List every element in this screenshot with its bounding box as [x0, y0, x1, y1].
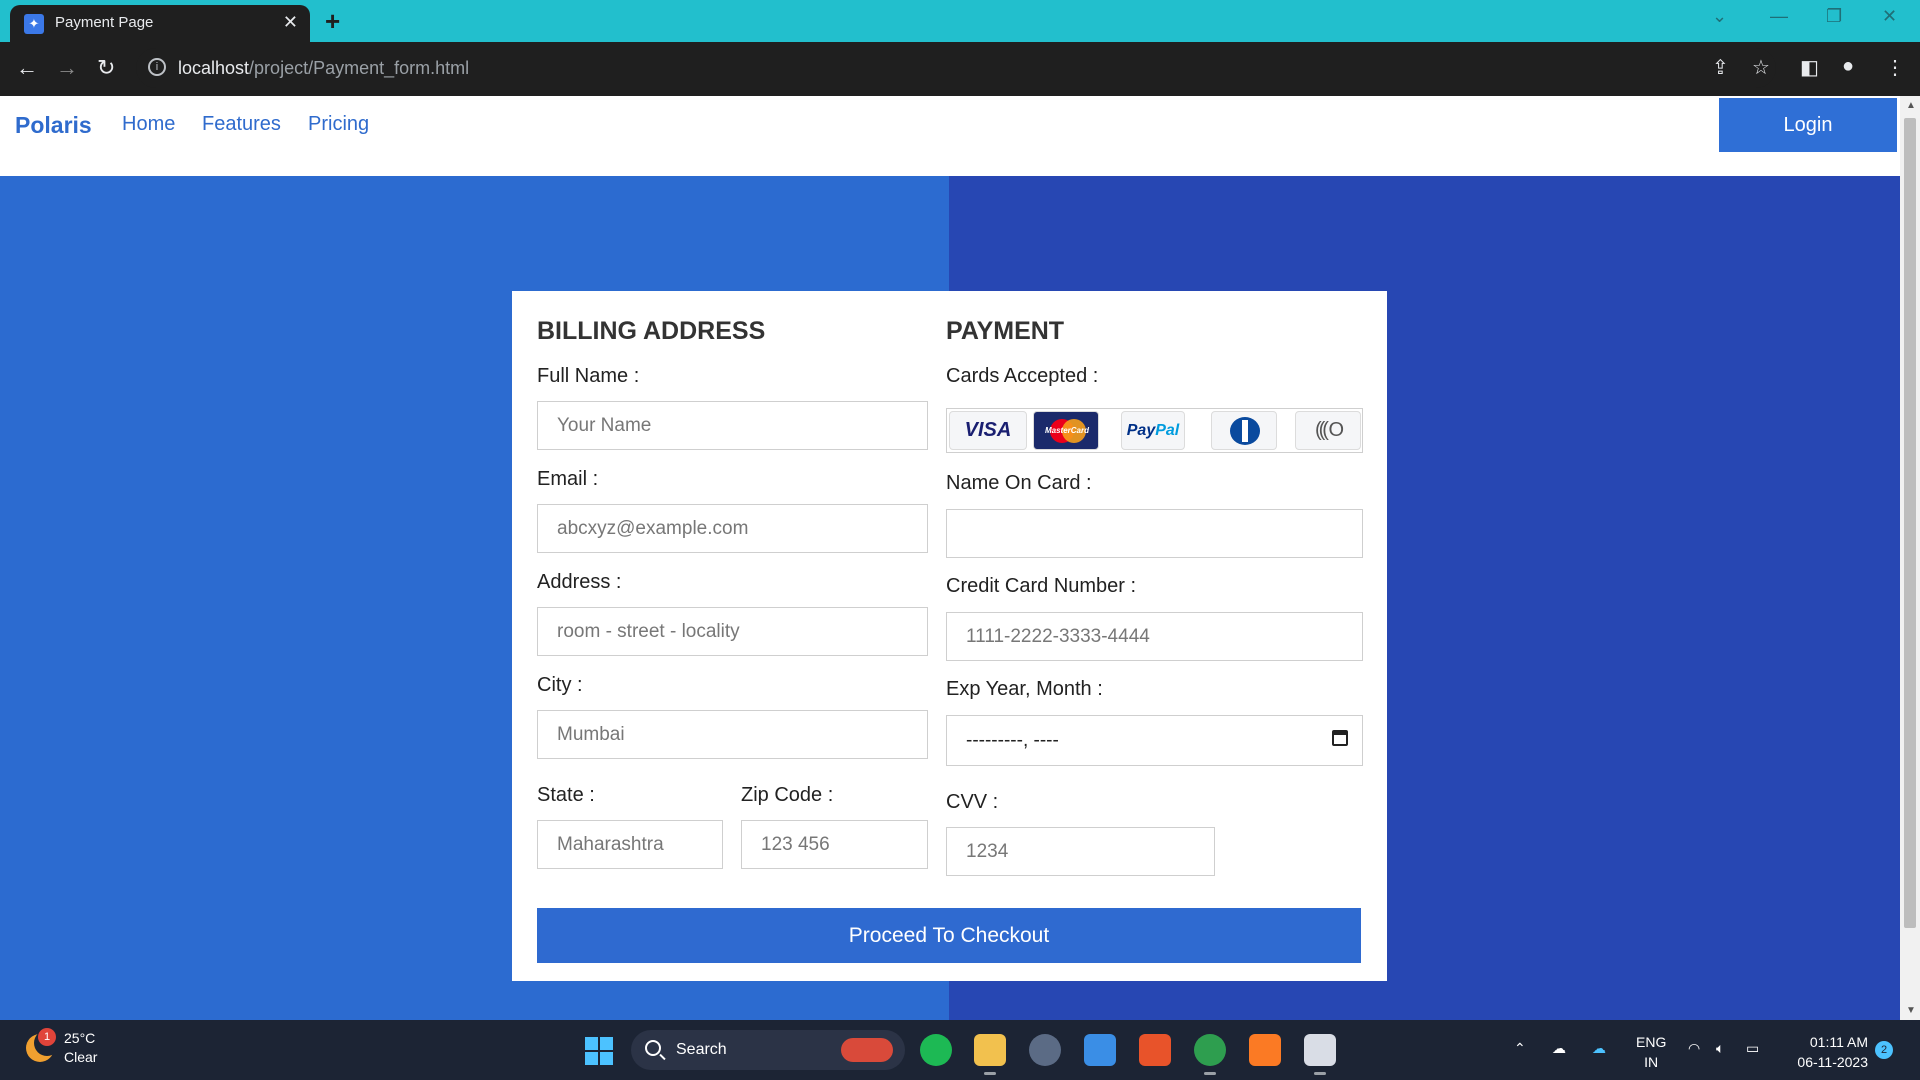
diners-club-icon — [1211, 411, 1277, 450]
cloud-icon[interactable]: ☁ — [1552, 1040, 1566, 1057]
taskbar-search[interactable]: Search — [631, 1030, 905, 1070]
card-number-label: Credit Card Number : — [946, 575, 1137, 597]
url-text: localhost/project/Payment_form.html — [178, 58, 470, 78]
site-info-icon[interactable]: i — [148, 58, 166, 76]
mastercard-icon: MasterCard — [1033, 411, 1099, 450]
windows-taskbar: 1 25°C Clear Search ⌃ ☁ ☁ ENG IN ◠ 🔈︎ ▭ … — [0, 1020, 1920, 1080]
menu-icon[interactable]: ⋮ — [1885, 55, 1905, 80]
city-input[interactable] — [537, 710, 928, 759]
address-input[interactable] — [537, 607, 928, 656]
clock[interactable]: 01:11 AM 06-11-2023 — [1784, 1032, 1868, 1072]
chrome-icon[interactable] — [1194, 1034, 1226, 1075]
show-hidden-icons-icon[interactable]: ⌃ — [1514, 1040, 1526, 1057]
forward-icon[interactable]: → — [56, 55, 78, 81]
side-panel-icon[interactable]: ◧ — [1800, 55, 1819, 80]
name-on-card-label: Name On Card : — [946, 472, 1092, 494]
login-button[interactable]: Login — [1719, 98, 1897, 152]
spotify-icon[interactable] — [920, 1034, 952, 1066]
windows-start-icon[interactable] — [585, 1037, 613, 1065]
onedrive-icon[interactable]: ☁ — [1592, 1040, 1606, 1057]
search-icon — [645, 1040, 661, 1056]
window-close-icon[interactable]: ✕ — [1882, 6, 1897, 27]
brave-browser-icon[interactable] — [1139, 1034, 1171, 1066]
url-field[interactable]: i localhost/project/Payment_form.html — [136, 48, 1776, 88]
bookmark-star-icon[interactable]: ☆ — [1752, 55, 1770, 80]
contactless-icon: ((( O — [1295, 411, 1361, 450]
snipping-tool-icon[interactable] — [1304, 1034, 1336, 1075]
profile-icon[interactable]: ● — [1842, 55, 1854, 78]
mail-icon[interactable] — [1084, 1034, 1116, 1066]
payment-title: PAYMENT — [946, 317, 1065, 345]
restore-icon[interactable]: ❐ — [1826, 6, 1842, 27]
full-name-label: Full Name : — [537, 365, 640, 387]
state-label: State : — [537, 784, 595, 806]
paypal-icon: PayPal — [1121, 411, 1185, 450]
back-icon[interactable]: ← — [16, 55, 38, 81]
scroll-up-icon[interactable]: ▲ — [1906, 100, 1916, 111]
exp-month-input[interactable]: ---------, ---- — [946, 715, 1363, 766]
tab-title: Payment Page — [55, 14, 154, 31]
city-label: City : — [537, 674, 583, 696]
search-label: Search — [676, 1041, 727, 1058]
zip-label: Zip Code : — [741, 784, 834, 806]
language-indicator[interactable]: ENG IN — [1636, 1032, 1666, 1072]
page-scrollbar[interactable]: ▲ ▼ — [1900, 96, 1920, 1020]
payment-form-card: BILLING ADDRESS Full Name : Email : Addr… — [512, 291, 1387, 981]
cvv-label: CVV : — [946, 791, 999, 813]
favicon-icon: ✦ — [24, 14, 44, 34]
search-highlight-icon — [841, 1038, 893, 1062]
address-bar: ← → ↻ i localhost/project/Payment_form.h… — [0, 42, 1920, 96]
nav-features[interactable]: Features — [202, 113, 281, 136]
share-icon[interactable]: ⇪ — [1712, 55, 1729, 80]
weather-temperature: 25°C — [64, 1030, 96, 1046]
calendar-icon[interactable] — [1332, 730, 1348, 746]
battery-icon[interactable]: ▭ — [1746, 1040, 1759, 1057]
file-explorer-icon[interactable] — [974, 1034, 1006, 1075]
notification-badge[interactable]: 2 — [1875, 1041, 1893, 1059]
proceed-to-checkout-button[interactable]: Proceed To Checkout — [537, 908, 1361, 963]
visa-icon: VISA — [949, 411, 1027, 450]
state-input[interactable] — [537, 820, 723, 869]
site-navbar: Polaris Home Features Pricing Login — [0, 96, 1900, 176]
new-tab-icon[interactable]: + — [325, 6, 340, 37]
tab-search-icon[interactable]: ⌄ — [1712, 6, 1727, 27]
cards-accepted-strip: VISA MasterCard PayPal ((( O — [946, 408, 1363, 453]
exp-label: Exp Year, Month : — [946, 678, 1103, 700]
email-label: Email : — [537, 468, 599, 490]
full-name-input[interactable] — [537, 401, 928, 450]
scrollbar-thumb[interactable] — [1904, 118, 1916, 928]
cvv-input[interactable] — [946, 827, 1215, 876]
billing-title: BILLING ADDRESS — [537, 317, 766, 345]
browser-tab[interactable]: ✦ Payment Page ✕ — [10, 5, 310, 42]
scroll-down-icon[interactable]: ▼ — [1906, 1005, 1916, 1016]
browser-tab-bar: ✦ Payment Page ✕ + ⌄ — ❐ ✕ — [0, 0, 1920, 42]
address-label: Address : — [537, 571, 622, 593]
settings-icon[interactable] — [1029, 1034, 1061, 1066]
zip-input[interactable] — [741, 820, 928, 869]
weather-badge: 1 — [38, 1028, 56, 1046]
nav-pricing[interactable]: Pricing — [308, 113, 369, 136]
xampp-icon[interactable] — [1249, 1034, 1281, 1066]
nav-home[interactable]: Home — [122, 113, 175, 136]
exp-value: ---------, ---- — [966, 730, 1059, 751]
card-number-input[interactable] — [946, 612, 1363, 661]
page-viewport: Polaris Home Features Pricing Login BILL… — [0, 96, 1900, 1020]
brand-logo[interactable]: Polaris — [15, 112, 92, 139]
cards-accepted-label: Cards Accepted : — [946, 365, 1099, 387]
wifi-icon[interactable]: ◠ — [1688, 1040, 1700, 1057]
weather-condition: Clear — [64, 1049, 98, 1065]
minimize-icon[interactable]: — — [1770, 6, 1788, 27]
email-input[interactable] — [537, 504, 928, 553]
volume-icon[interactable]: 🔈︎ — [1716, 1040, 1724, 1057]
close-tab-icon[interactable]: ✕ — [283, 12, 298, 33]
name-on-card-input[interactable] — [946, 509, 1363, 558]
reload-icon[interactable]: ↻ — [97, 55, 115, 81]
